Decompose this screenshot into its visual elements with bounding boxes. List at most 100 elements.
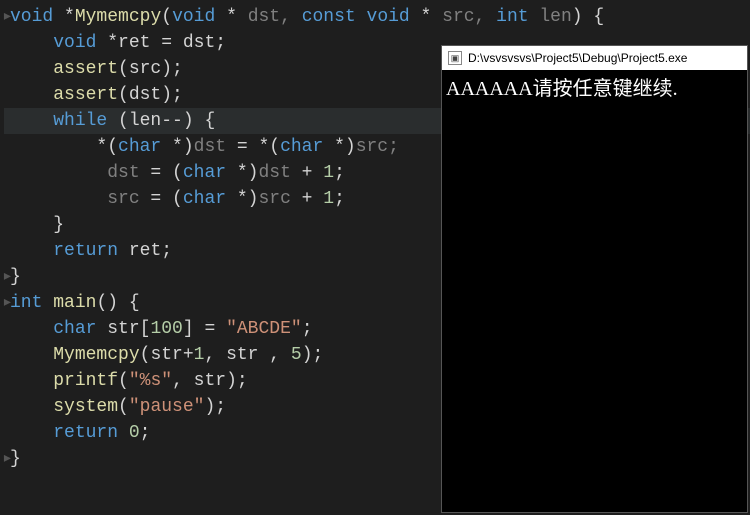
token: = bbox=[150, 33, 182, 53]
token: return bbox=[53, 241, 129, 261]
token: assert bbox=[53, 85, 118, 105]
token: *) bbox=[237, 189, 259, 209]
token: src; bbox=[356, 137, 399, 157]
token: ( bbox=[118, 371, 129, 391]
token: src, bbox=[442, 7, 496, 27]
token: len bbox=[539, 7, 571, 27]
token: return bbox=[53, 423, 129, 443]
token bbox=[10, 241, 53, 261]
token bbox=[10, 345, 53, 365]
token: dst bbox=[258, 163, 290, 183]
token: system bbox=[53, 397, 118, 417]
token: "ABCDE" bbox=[226, 319, 302, 339]
token: 0 bbox=[129, 423, 140, 443]
token: ); bbox=[302, 345, 324, 365]
token: assert bbox=[53, 59, 118, 79]
token: } bbox=[10, 267, 21, 287]
token: *) bbox=[172, 137, 194, 157]
token bbox=[10, 85, 53, 105]
token: Mymemcpy bbox=[53, 345, 139, 365]
token bbox=[10, 189, 107, 209]
token: dst, bbox=[248, 7, 302, 27]
token: 1 bbox=[194, 345, 205, 365]
token: dst; bbox=[183, 33, 226, 53]
token: + bbox=[291, 163, 323, 183]
token bbox=[10, 319, 53, 339]
token: ; bbox=[334, 163, 345, 183]
token: ( bbox=[118, 397, 129, 417]
token: "%s" bbox=[129, 371, 172, 391]
token: ret; bbox=[129, 241, 172, 261]
token: char bbox=[118, 137, 172, 157]
token: int bbox=[496, 7, 539, 27]
token: } bbox=[10, 215, 64, 235]
token bbox=[10, 163, 107, 183]
token: dst bbox=[194, 137, 226, 157]
token bbox=[10, 371, 53, 391]
token: 5 bbox=[291, 345, 302, 365]
token: ; bbox=[334, 189, 345, 209]
token: * bbox=[226, 7, 248, 27]
token: char bbox=[183, 189, 237, 209]
token: ; bbox=[140, 423, 151, 443]
token: printf bbox=[53, 371, 118, 391]
token: ; bbox=[302, 319, 313, 339]
token: src bbox=[258, 189, 290, 209]
token: 1 bbox=[323, 163, 334, 183]
token: (str+ bbox=[140, 345, 194, 365]
token: const bbox=[302, 7, 367, 27]
token bbox=[10, 397, 53, 417]
token: char bbox=[280, 137, 334, 157]
app-icon: ▣ bbox=[448, 51, 462, 65]
token: 1 bbox=[323, 189, 334, 209]
token: void bbox=[172, 7, 226, 27]
token: while bbox=[53, 111, 118, 131]
token: dst bbox=[107, 163, 139, 183]
token: void bbox=[367, 7, 421, 27]
token bbox=[10, 423, 53, 443]
token: ); bbox=[204, 397, 226, 417]
output-text: AAAAAA请按任意键继续. bbox=[446, 78, 678, 100]
token: void bbox=[10, 7, 64, 27]
console-output: AAAAAA请按任意键继续. bbox=[442, 70, 747, 103]
token: = ( bbox=[140, 189, 183, 209]
token: 100 bbox=[150, 319, 182, 339]
token: + bbox=[291, 189, 323, 209]
token: char bbox=[183, 163, 237, 183]
token: *( bbox=[10, 137, 118, 157]
console-title: D:\vsvsvsvs\Project5\Debug\Project5.exe bbox=[468, 51, 687, 65]
token: void bbox=[53, 33, 107, 53]
token: int bbox=[10, 293, 53, 313]
token: } bbox=[10, 449, 21, 469]
token: main bbox=[53, 293, 96, 313]
token: * bbox=[64, 7, 75, 27]
token: (dst); bbox=[118, 85, 183, 105]
token: = ( bbox=[140, 163, 183, 183]
token: str bbox=[107, 319, 139, 339]
console-title-bar[interactable]: ▣ D:\vsvsvsvs\Project5\Debug\Project5.ex… bbox=[442, 46, 747, 70]
token: (src); bbox=[118, 59, 183, 79]
token: () { bbox=[96, 293, 139, 313]
token: , str); bbox=[172, 371, 248, 391]
token: ) { bbox=[572, 7, 604, 27]
token: * bbox=[107, 33, 118, 53]
token: ] = bbox=[183, 319, 226, 339]
token bbox=[10, 33, 53, 53]
token: "pause" bbox=[129, 397, 205, 417]
token: *) bbox=[237, 163, 259, 183]
token: Mymemcpy bbox=[75, 7, 161, 27]
token: (len--) { bbox=[118, 111, 215, 131]
token: [ bbox=[140, 319, 151, 339]
token: * bbox=[421, 7, 443, 27]
token: *) bbox=[334, 137, 356, 157]
token: ( bbox=[161, 7, 172, 27]
code-line[interactable]: ▸void *Mymemcpy(void * dst, const void *… bbox=[4, 4, 750, 30]
token: ret bbox=[118, 33, 150, 53]
token bbox=[10, 59, 53, 79]
token: , str , bbox=[204, 345, 290, 365]
token: = *( bbox=[226, 137, 280, 157]
token: char bbox=[53, 319, 107, 339]
token bbox=[10, 111, 53, 131]
token: src bbox=[107, 189, 139, 209]
console-window[interactable]: ▣ D:\vsvsvsvs\Project5\Debug\Project5.ex… bbox=[441, 45, 748, 513]
